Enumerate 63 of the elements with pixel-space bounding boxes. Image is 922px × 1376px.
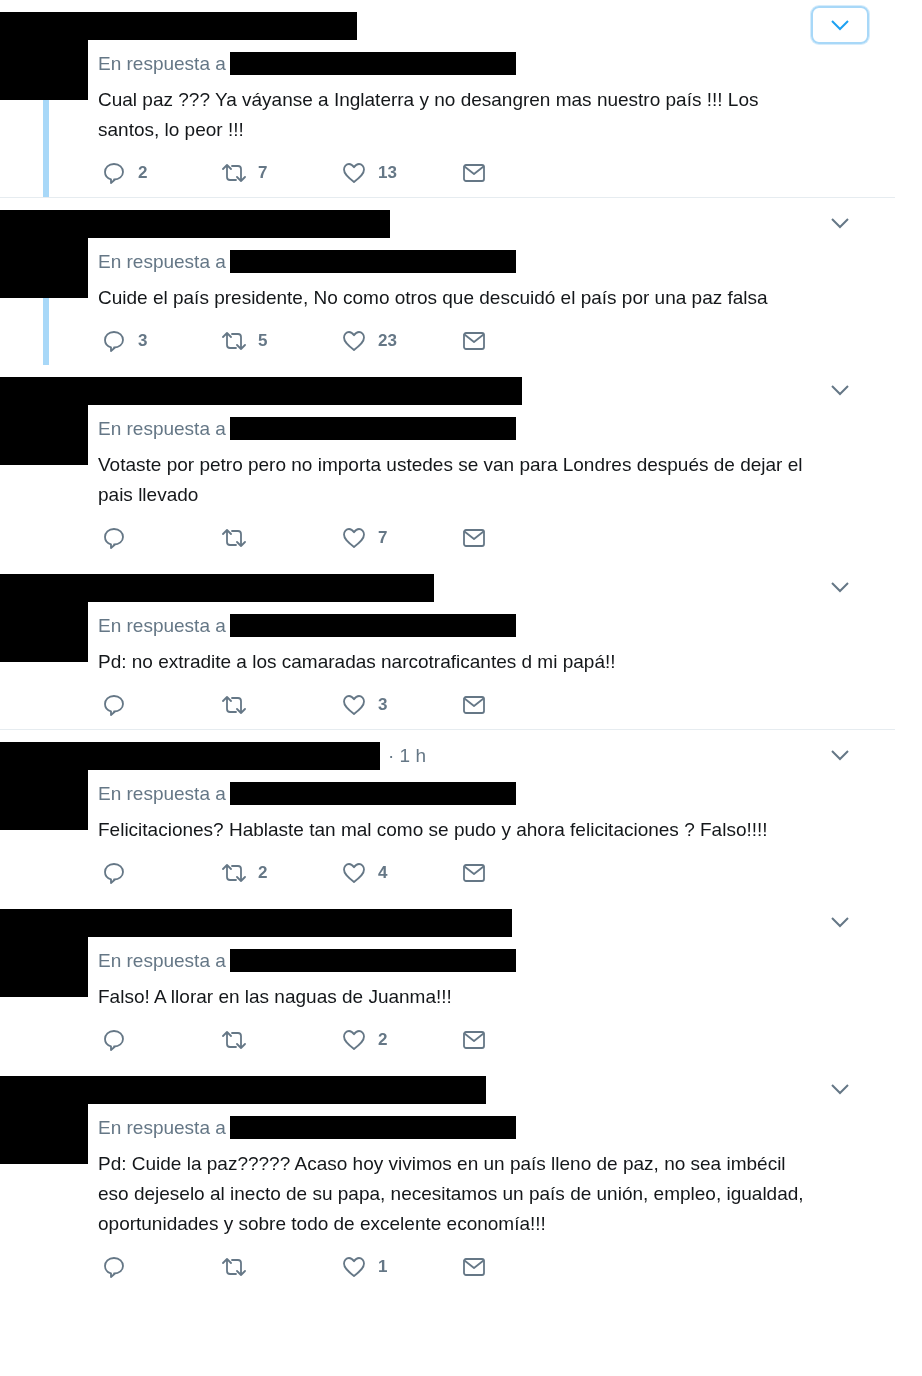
- reply-icon[interactable]: [102, 1255, 126, 1279]
- count: 13: [378, 163, 397, 183]
- retweet-icon[interactable]: [222, 1255, 246, 1279]
- reply-label: En respuesta a: [98, 250, 226, 273]
- count: 23: [378, 331, 397, 351]
- count: 7: [258, 163, 268, 183]
- reply-label: En respuesta a: [98, 614, 226, 637]
- reply-icon[interactable]: [102, 526, 126, 550]
- retweet-icon[interactable]: [222, 329, 246, 353]
- tweet-text: Falso! A llorar en las naguas de Juanma!!!: [98, 985, 453, 1009]
- heart-icon[interactable]: [342, 1255, 366, 1279]
- count: 5: [258, 331, 268, 351]
- heart-icon[interactable]: [342, 693, 366, 717]
- reply-icon[interactable]: [102, 693, 126, 717]
- envelope-icon[interactable]: [462, 693, 486, 717]
- tweet-text: Cuide el país presidente, No como otros que descuidó el país por una paz falsa: [98, 286, 769, 310]
- timestamp: · 1 h: [388, 745, 427, 767]
- tweet-text: Cual paz ??? Ya váyanse a Inglaterra y no desangren mas nuestro país !!! Los santos, lo peor !!!: [98, 88, 760, 142]
- tweet-text: Felicitaciones? Hablaste tan mal como se pudo y ahora felicitaciones ? Falso!!!!: [98, 818, 769, 842]
- retweet-icon[interactable]: [222, 861, 246, 885]
- envelope-icon[interactable]: [462, 329, 486, 353]
- tweet-text: Votaste por petro pero no importa ustedes se van para Londres después de dejar el pais llevado: [98, 453, 804, 507]
- retweet-icon[interactable]: [222, 526, 246, 550]
- count: 4: [378, 863, 388, 883]
- envelope-icon[interactable]: [462, 1255, 486, 1279]
- heart-icon[interactable]: [342, 526, 366, 550]
- caret-icon: [830, 384, 850, 396]
- reply-label: En respuesta a: [98, 417, 226, 440]
- envelope-icon[interactable]: [462, 1028, 486, 1052]
- reply-label: En respuesta a: [98, 782, 226, 805]
- caret-icon: [830, 749, 850, 761]
- envelope-icon[interactable]: [462, 526, 486, 550]
- reply-icon[interactable]: [102, 329, 126, 353]
- reply-icon[interactable]: [102, 861, 126, 885]
- count: 1: [378, 1257, 388, 1277]
- reply-icon[interactable]: [102, 161, 126, 185]
- count: 3: [378, 695, 388, 715]
- reply-label: En respuesta a: [98, 1116, 226, 1139]
- count: 2: [258, 863, 268, 883]
- count: 7: [378, 528, 388, 548]
- reply-label: En respuesta a: [98, 52, 226, 75]
- retweet-icon[interactable]: [222, 161, 246, 185]
- heart-icon[interactable]: [342, 161, 366, 185]
- tweet-text: Pd: no extradite a los camaradas narcotraficantes d mi papá!!: [98, 650, 617, 674]
- heart-icon[interactable]: [342, 861, 366, 885]
- heart-icon[interactable]: [342, 329, 366, 353]
- reply-icon[interactable]: [102, 1028, 126, 1052]
- envelope-icon[interactable]: [462, 861, 486, 885]
- retweet-icon[interactable]: [222, 1028, 246, 1052]
- menu-button[interactable]: [811, 6, 869, 44]
- caret-icon: [830, 1083, 850, 1095]
- reply-label: En respuesta a: [98, 949, 226, 972]
- heart-icon[interactable]: [342, 1028, 366, 1052]
- retweet-icon[interactable]: [222, 693, 246, 717]
- caret-icon: [830, 217, 850, 229]
- count: 2: [378, 1030, 388, 1050]
- caret-icon: [830, 581, 850, 593]
- caret-icon: [830, 19, 850, 31]
- count: 3: [138, 331, 148, 351]
- count: 2: [138, 163, 148, 183]
- caret-icon: [830, 916, 850, 928]
- envelope-icon[interactable]: [462, 161, 486, 185]
- tweet-text: Pd: Cuide la paz????? Acaso hoy vivimos en un país lleno de paz, no sea imbécil eso dejeselo al inecto de su papa, necesitamos un país de unión, empleo, igualdad, oportunidades y sobre todo de excelente economía!!!: [98, 1152, 805, 1236]
